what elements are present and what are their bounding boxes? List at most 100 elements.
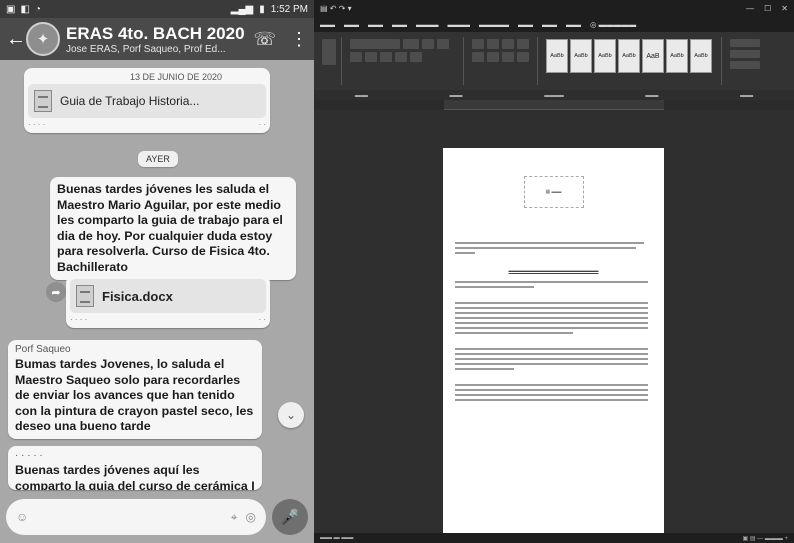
ruler[interactable]: [444, 100, 664, 110]
ribbon-tab[interactable]: ▬▬▬: [448, 20, 471, 29]
format-button[interactable]: [395, 52, 407, 62]
document-page[interactable]: ▦ ▬▬ ▬▬▬▬▬▬▬▬▬▬▬▬▬▬▬▬▬▬▬▬: [443, 148, 664, 538]
style-option[interactable]: AaBb: [594, 39, 616, 73]
word-window: ▤ ↶ ↷ ▾ — ☐ ✕ ▬▬ ▬▬ ▬▬ ▬▬ ▬▬▬ ▬▬▬ ▬▬▬▬ ▬…: [314, 0, 794, 543]
message-sender: Porf Saqueo: [15, 344, 71, 355]
status-bar-word: ▬▬ ▬ ▬▬ ▣ ▤ — ▬▬▬ +: [314, 533, 794, 543]
ribbon-tab[interactable]: ▬▬: [518, 20, 533, 29]
close-icon[interactable]: ✕: [781, 4, 788, 13]
message-input-row: ☺ ⌖ ◎ 🎤: [0, 491, 314, 543]
style-option[interactable]: AaBb: [666, 39, 688, 73]
message-sender: · · · · ·: [15, 450, 43, 461]
school-logo: ▦ ▬▬: [523, 176, 584, 208]
status-bar: ▣ ◧ ◔ ▂▄▆ ▮ 1:52 PM: [0, 0, 314, 18]
format-button[interactable]: [365, 52, 377, 62]
paste-button[interactable]: [322, 39, 336, 65]
document-canvas[interactable]: ▦ ▬▬ ▬▬▬▬▬▬▬▬▬▬▬▬▬▬▬▬▬▬▬▬: [314, 110, 794, 538]
font-size-select[interactable]: [403, 39, 419, 49]
paragraph-button[interactable]: [517, 52, 529, 62]
format-button[interactable]: [422, 39, 434, 49]
ribbon-tab[interactable]: ▬▬: [566, 20, 581, 29]
message-meta: · · · · · ·: [28, 120, 266, 129]
format-button[interactable]: [380, 52, 392, 62]
style-option[interactable]: AaBb: [618, 39, 640, 73]
document-card[interactable]: Fisica.docx: [70, 279, 266, 313]
attach-icon[interactable]: ⌖: [231, 510, 238, 525]
font-name-select[interactable]: [350, 39, 400, 49]
paragraph-button[interactable]: [472, 39, 484, 49]
group-title: ERAS 4to. BACH 2020: [66, 23, 245, 43]
message-bubble[interactable]: Buenas tardes jóvenes les saluda el Maes…: [50, 177, 296, 280]
quick-access-icons[interactable]: ▤ ↶ ↷ ▾: [320, 4, 352, 13]
paragraph-button[interactable]: [487, 39, 499, 49]
ribbon-group-labels: ▬▬ ▬▬ ▬▬▬ ▬▬ ▬▬: [314, 90, 794, 100]
message-text: Bumas tardes Jovenes, lo saluda el Maest…: [15, 357, 254, 433]
scroll-down-button[interactable]: ⌄: [278, 402, 304, 428]
minimize-icon[interactable]: —: [746, 4, 754, 13]
document-message[interactable]: 13 DE JUNIO DE 2020 Guia de Trabajo Hist…: [24, 68, 270, 133]
ribbon-tab[interactable]: ▬▬: [344, 20, 359, 29]
camera-icon[interactable]: ◎: [246, 510, 256, 524]
clipboard-group: [318, 37, 342, 85]
chat-header-info[interactable]: ERAS 4to. BACH 2020 Jose ERAS, Porf Saqu…: [66, 24, 247, 55]
add-call-icon[interactable]: ☏: [253, 29, 276, 50]
style-option[interactable]: AaBb: [570, 39, 592, 73]
more-options-icon[interactable]: ⋮: [290, 29, 308, 50]
paragraph-button[interactable]: [472, 52, 484, 62]
style-option[interactable]: AaB: [642, 39, 664, 73]
signal-icon: ▂▄▆: [230, 3, 254, 15]
group-avatar[interactable]: ✦: [26, 22, 60, 56]
replace-button[interactable]: [730, 50, 760, 58]
paragraph-button[interactable]: [502, 39, 514, 49]
notification-icon: ▣: [6, 3, 16, 15]
style-option[interactable]: AaBb: [546, 39, 568, 73]
style-option[interactable]: AaBb: [690, 39, 712, 73]
document-name: Fisica.docx: [102, 288, 173, 304]
document-card[interactable]: Guia de Trabajo Historia...: [28, 84, 266, 118]
message-bubble[interactable]: · · · · · Buenas tardes jóvenes aquí les…: [8, 446, 262, 490]
notification-icon: ◧: [20, 3, 30, 15]
select-button[interactable]: [730, 61, 760, 69]
group-participants: Jose ERAS, Porf Saqueo, Prof Ed...: [66, 43, 226, 55]
paragraph-button[interactable]: [517, 39, 529, 49]
ribbon-tab[interactable]: ▬▬▬▬: [479, 20, 509, 29]
back-arrow-icon[interactable]: ←: [6, 28, 26, 51]
find-button[interactable]: [730, 39, 760, 47]
message-input[interactable]: ☺ ⌖ ◎: [6, 499, 266, 535]
document-icon: [34, 90, 52, 112]
ribbon-tab[interactable]: ▬▬: [542, 20, 557, 29]
document-message[interactable]: Fisica.docx · · · · · ·: [66, 275, 270, 328]
format-button[interactable]: [410, 52, 422, 62]
ribbon-tab[interactable]: ▬▬: [368, 20, 383, 29]
message-text: Buenas tardes jóvenes les saluda el Maes…: [57, 182, 283, 274]
ribbon: AaBb AaBb AaBb AaBb AaB AaBb AaBb: [314, 32, 794, 90]
status-time: 1:52 PM: [270, 3, 308, 15]
maximize-icon[interactable]: ☐: [764, 4, 771, 13]
format-button[interactable]: [350, 52, 362, 62]
ribbon-tab[interactable]: ▬▬: [392, 20, 407, 29]
zoom-controls[interactable]: ▣ ▤ — ▬▬▬ +: [742, 535, 788, 542]
message-bubble[interactable]: Porf Saqueo Bumas tardes Jovenes, lo sal…: [8, 340, 262, 439]
tell-me-box[interactable]: ◎ ▬▬▬▬▬: [590, 20, 636, 29]
emoji-icon[interactable]: ☺: [16, 510, 28, 524]
format-button[interactable]: [437, 39, 449, 49]
paragraph-group: [468, 37, 538, 85]
mic-button[interactable]: 🎤: [272, 499, 308, 535]
paragraph-button[interactable]: [502, 52, 514, 62]
forward-icon[interactable]: ➦: [46, 282, 66, 302]
chat-messages[interactable]: 13 DE JUNIO DE 2020 Guia de Trabajo Hist…: [0, 60, 314, 491]
day-separator: AYER: [138, 151, 178, 167]
ribbon-tabs: ▬▬ ▬▬ ▬▬ ▬▬ ▬▬▬ ▬▬▬ ▬▬▬▬ ▬▬ ▬▬ ▬▬ ◎ ▬▬▬▬…: [314, 16, 794, 32]
styles-group: AaBb AaBb AaBb AaBb AaB AaBb AaBb: [542, 37, 722, 85]
title-bar: ▤ ↶ ↷ ▾ — ☐ ✕: [314, 0, 794, 16]
ribbon-tab[interactable]: ▬▬: [320, 20, 335, 29]
editing-group: [726, 37, 766, 85]
page-heading: ▬▬▬▬▬▬▬▬▬▬▬▬▬▬▬▬▬▬▬▬: [508, 268, 599, 273]
document-name: Guia de Trabajo Historia...: [60, 94, 200, 108]
ribbon-tab[interactable]: ▬▬▬: [416, 20, 439, 29]
paragraph-button[interactable]: [487, 52, 499, 62]
font-group: [346, 37, 464, 85]
document-icon: [76, 285, 94, 307]
message-text: Buenas tardes jóvenes aquí les comparto …: [15, 463, 255, 490]
notification-icon: ◔: [34, 3, 41, 15]
